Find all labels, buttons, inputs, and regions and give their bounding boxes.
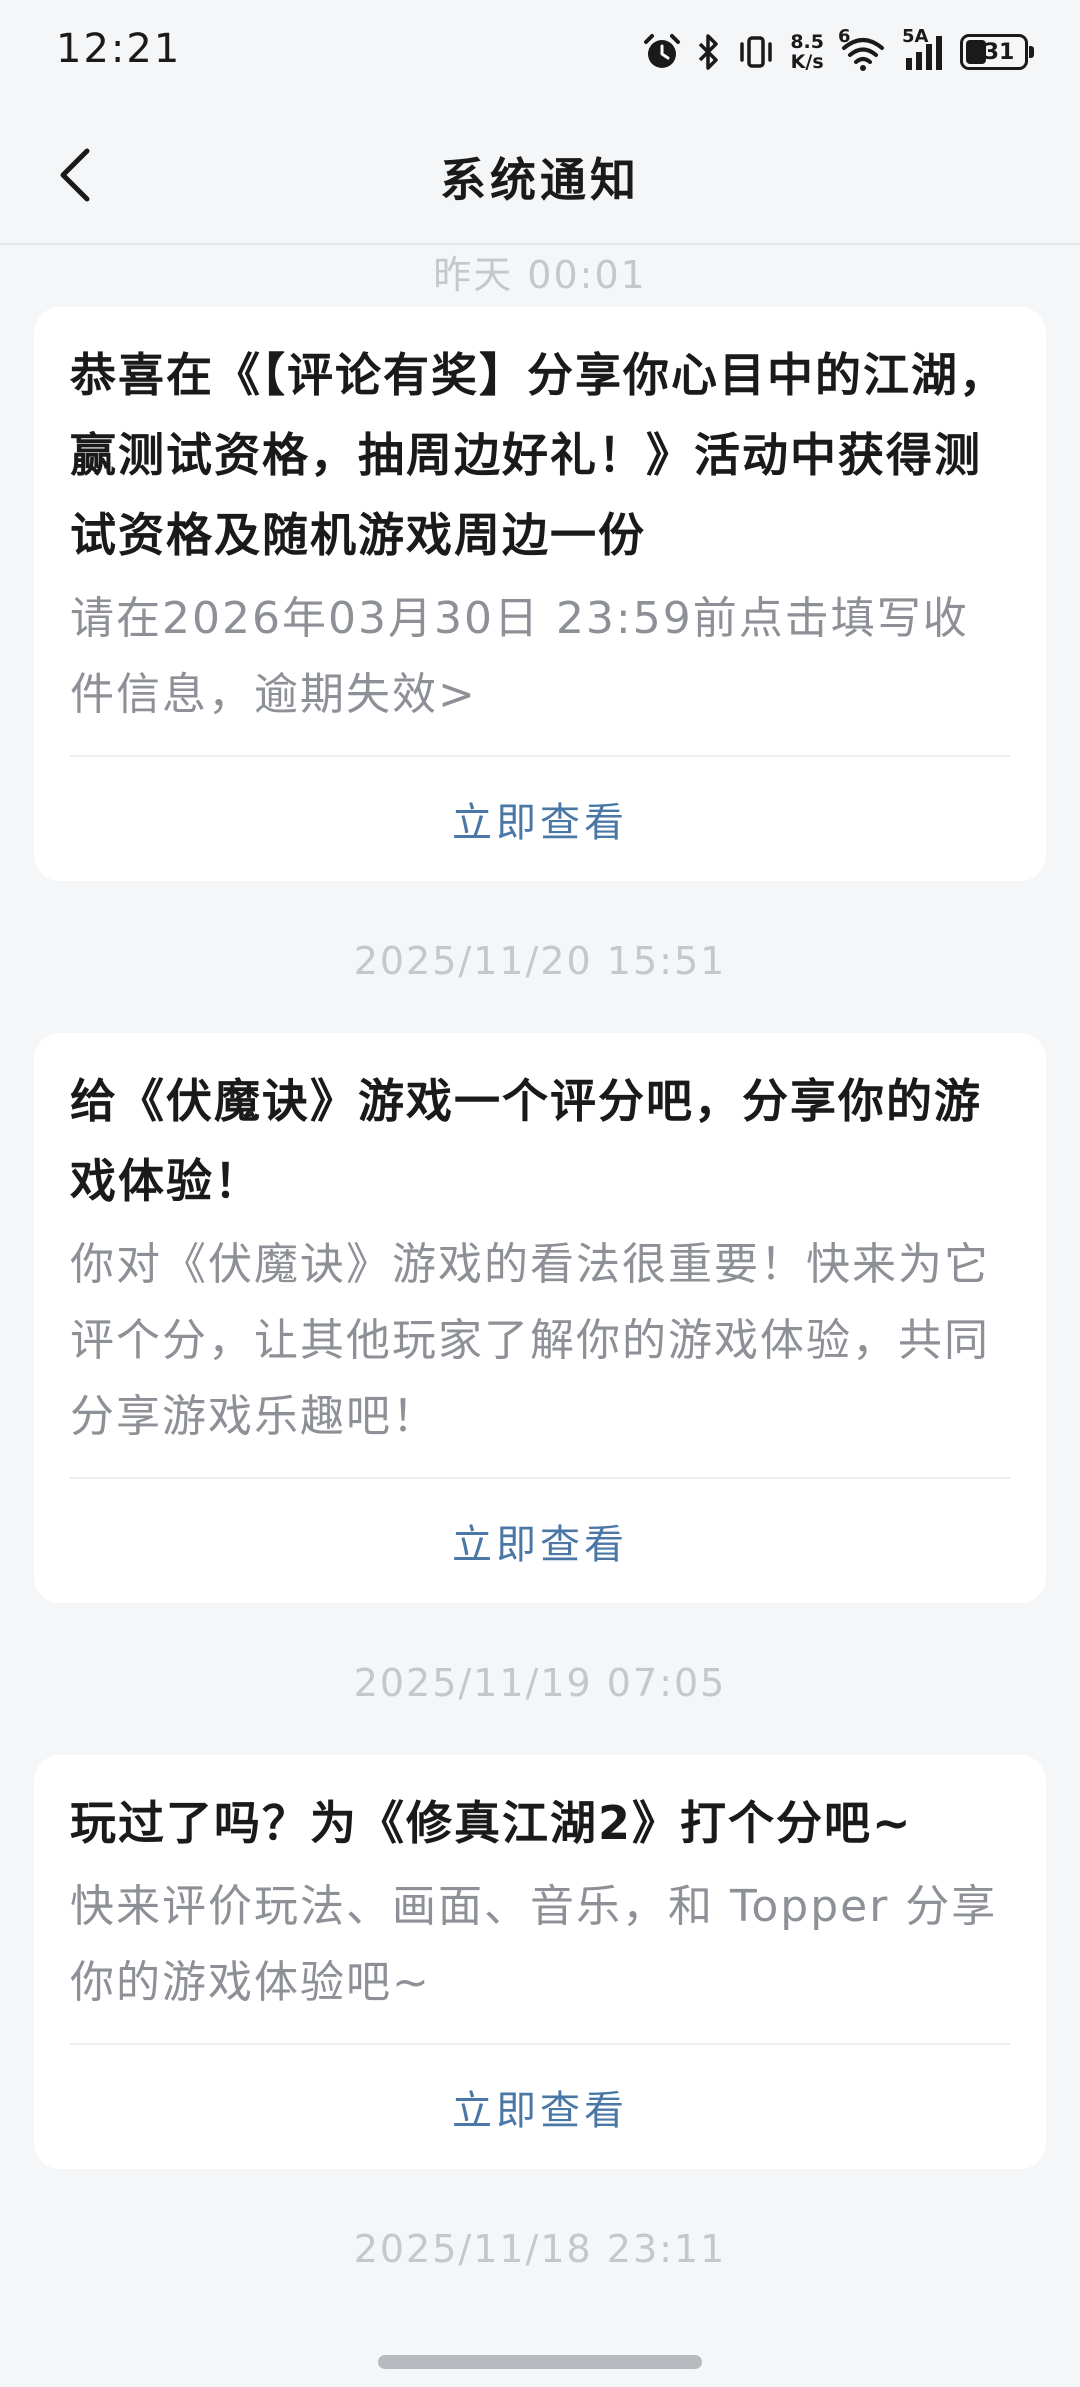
status-icons: 8.5 K/s 6 5A 31 bbox=[642, 26, 1034, 78]
screen: 12:21 8.5 K/s 6 5A 31 系统通知 昨天 00:01 恭喜在《… bbox=[0, 0, 1080, 2387]
notification-card[interactable]: 给《伏魔诀》游戏一个评分吧，分享你的游戏体验！ 你对《伏魔诀》游戏的看法很重要！… bbox=[34, 1033, 1046, 1603]
notification-card[interactable]: 玩过了吗？为《修真江湖2》打个分吧~ 快来评价玩法、画面、音乐，和 Topper… bbox=[34, 1755, 1046, 2169]
notification-body[interactable]: 请在2026年03月30日 23:59前点击填写收件信息，逾期失效> bbox=[70, 581, 1010, 757]
vibrate-icon bbox=[736, 32, 776, 72]
notification-title: 给《伏魔诀》游戏一个评分吧，分享你的游戏体验！ bbox=[70, 1074, 982, 1208]
alarm-icon bbox=[642, 32, 682, 72]
view-now-button[interactable]: 立即查看 bbox=[70, 1479, 1010, 1603]
net-speed: 8.5 K/s bbox=[790, 32, 824, 72]
net-speed-unit: K/s bbox=[790, 51, 824, 73]
notification-timestamp: 2025/11/19 07:05 bbox=[353, 1661, 727, 1705]
view-now-button[interactable]: 立即查看 bbox=[70, 2045, 1010, 2169]
notification-card[interactable]: 恭喜在《【评论有奖】分享你心目中的江湖，赢测试资格，抽周边好礼！》活动中获得测试… bbox=[34, 307, 1046, 881]
wifi-icon: 6 bbox=[838, 26, 888, 72]
notification-list: 昨天 00:01 恭喜在《【评论有奖】分享你心目中的江湖，赢测试资格，抽周边好礼… bbox=[0, 245, 1080, 2321]
notification-body: 快来评价玩法、画面、音乐，和 Topper 分享你的游戏体验吧~ bbox=[70, 1869, 1010, 2045]
net-speed-value: 8.5 bbox=[790, 31, 824, 53]
view-now-button[interactable]: 立即查看 bbox=[70, 757, 1010, 881]
notification-title: 玩过了吗？为《修真江湖2》打个分吧~ bbox=[70, 1796, 913, 1850]
wifi-label: 6 bbox=[838, 26, 851, 47]
notification-title: 恭喜在《【评论有奖】分享你心目中的江湖，赢测试资格，抽周边好礼！》活动中获得测试… bbox=[70, 348, 1007, 562]
page-title: 系统通知 bbox=[440, 153, 640, 207]
cell-label: 5A bbox=[902, 26, 929, 47]
notification-body: 你对《伏魔诀》游戏的看法很重要！快来为它评个分，让其他玩家了解你的游戏体验，共同… bbox=[70, 1227, 1010, 1479]
signal-icon: 5A bbox=[902, 26, 946, 72]
battery-icon: 31 bbox=[960, 34, 1034, 70]
home-indicator[interactable] bbox=[378, 2355, 702, 2369]
bluetooth-icon bbox=[696, 32, 722, 72]
status-time: 12:21 bbox=[56, 26, 182, 72]
status-bar: 12:21 8.5 K/s 6 5A 31 bbox=[0, 0, 1080, 110]
battery-level: 31 bbox=[983, 39, 1015, 65]
notification-timestamp: 2025/11/18 23:11 bbox=[353, 2227, 727, 2271]
notification-timestamp: 2025/11/20 15:51 bbox=[353, 939, 727, 983]
